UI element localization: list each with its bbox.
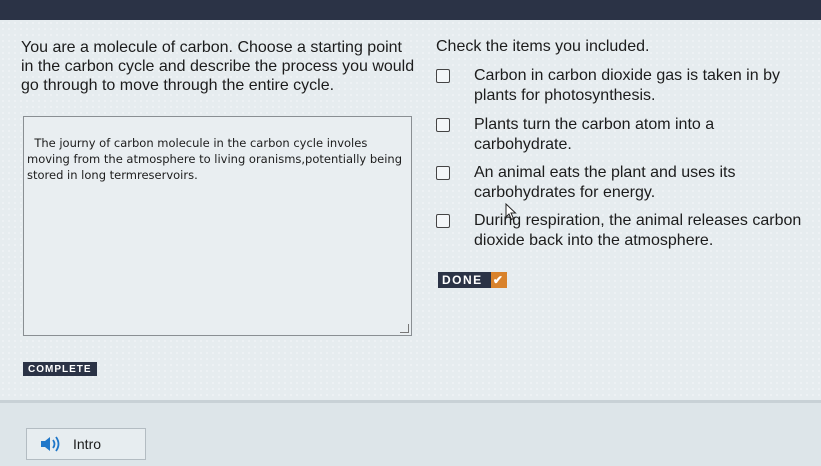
mouse-cursor-icon [505, 202, 517, 226]
top-bar [0, 0, 821, 20]
status-badge: COMPLETE [23, 362, 97, 376]
speaker-icon [39, 434, 65, 454]
checkbox[interactable] [436, 166, 450, 180]
checklist-item-label: Carbon in carbon dioxide gas is taken in… [474, 67, 780, 104]
intro-button-label: Intro [73, 436, 102, 452]
checklist-item-label: Plants turn the carbon atom into a carbo… [474, 116, 715, 153]
checklist-item-label: During respiration, the animal releases … [474, 212, 802, 249]
response-text: The journy of carbon molecule in the car… [27, 136, 406, 182]
checkbox[interactable] [436, 118, 450, 132]
checkbox[interactable] [436, 69, 450, 83]
checklist-item-label: An animal eats the plant and uses its ca… [474, 164, 736, 201]
resize-handle[interactable] [400, 324, 409, 333]
response-textarea[interactable]: The journy of carbon molecule in the car… [23, 116, 412, 336]
intro-button[interactable]: Intro [26, 428, 146, 460]
done-button[interactable]: DONE ✔ [438, 272, 507, 288]
check-icon: ✔ [490, 272, 507, 288]
checklist-title: Check the items you included. [436, 38, 650, 55]
checkbox[interactable] [436, 214, 450, 228]
prompt-text: You are a molecule of carbon. Choose a s… [21, 39, 415, 94]
done-button-label: DONE [442, 273, 483, 287]
